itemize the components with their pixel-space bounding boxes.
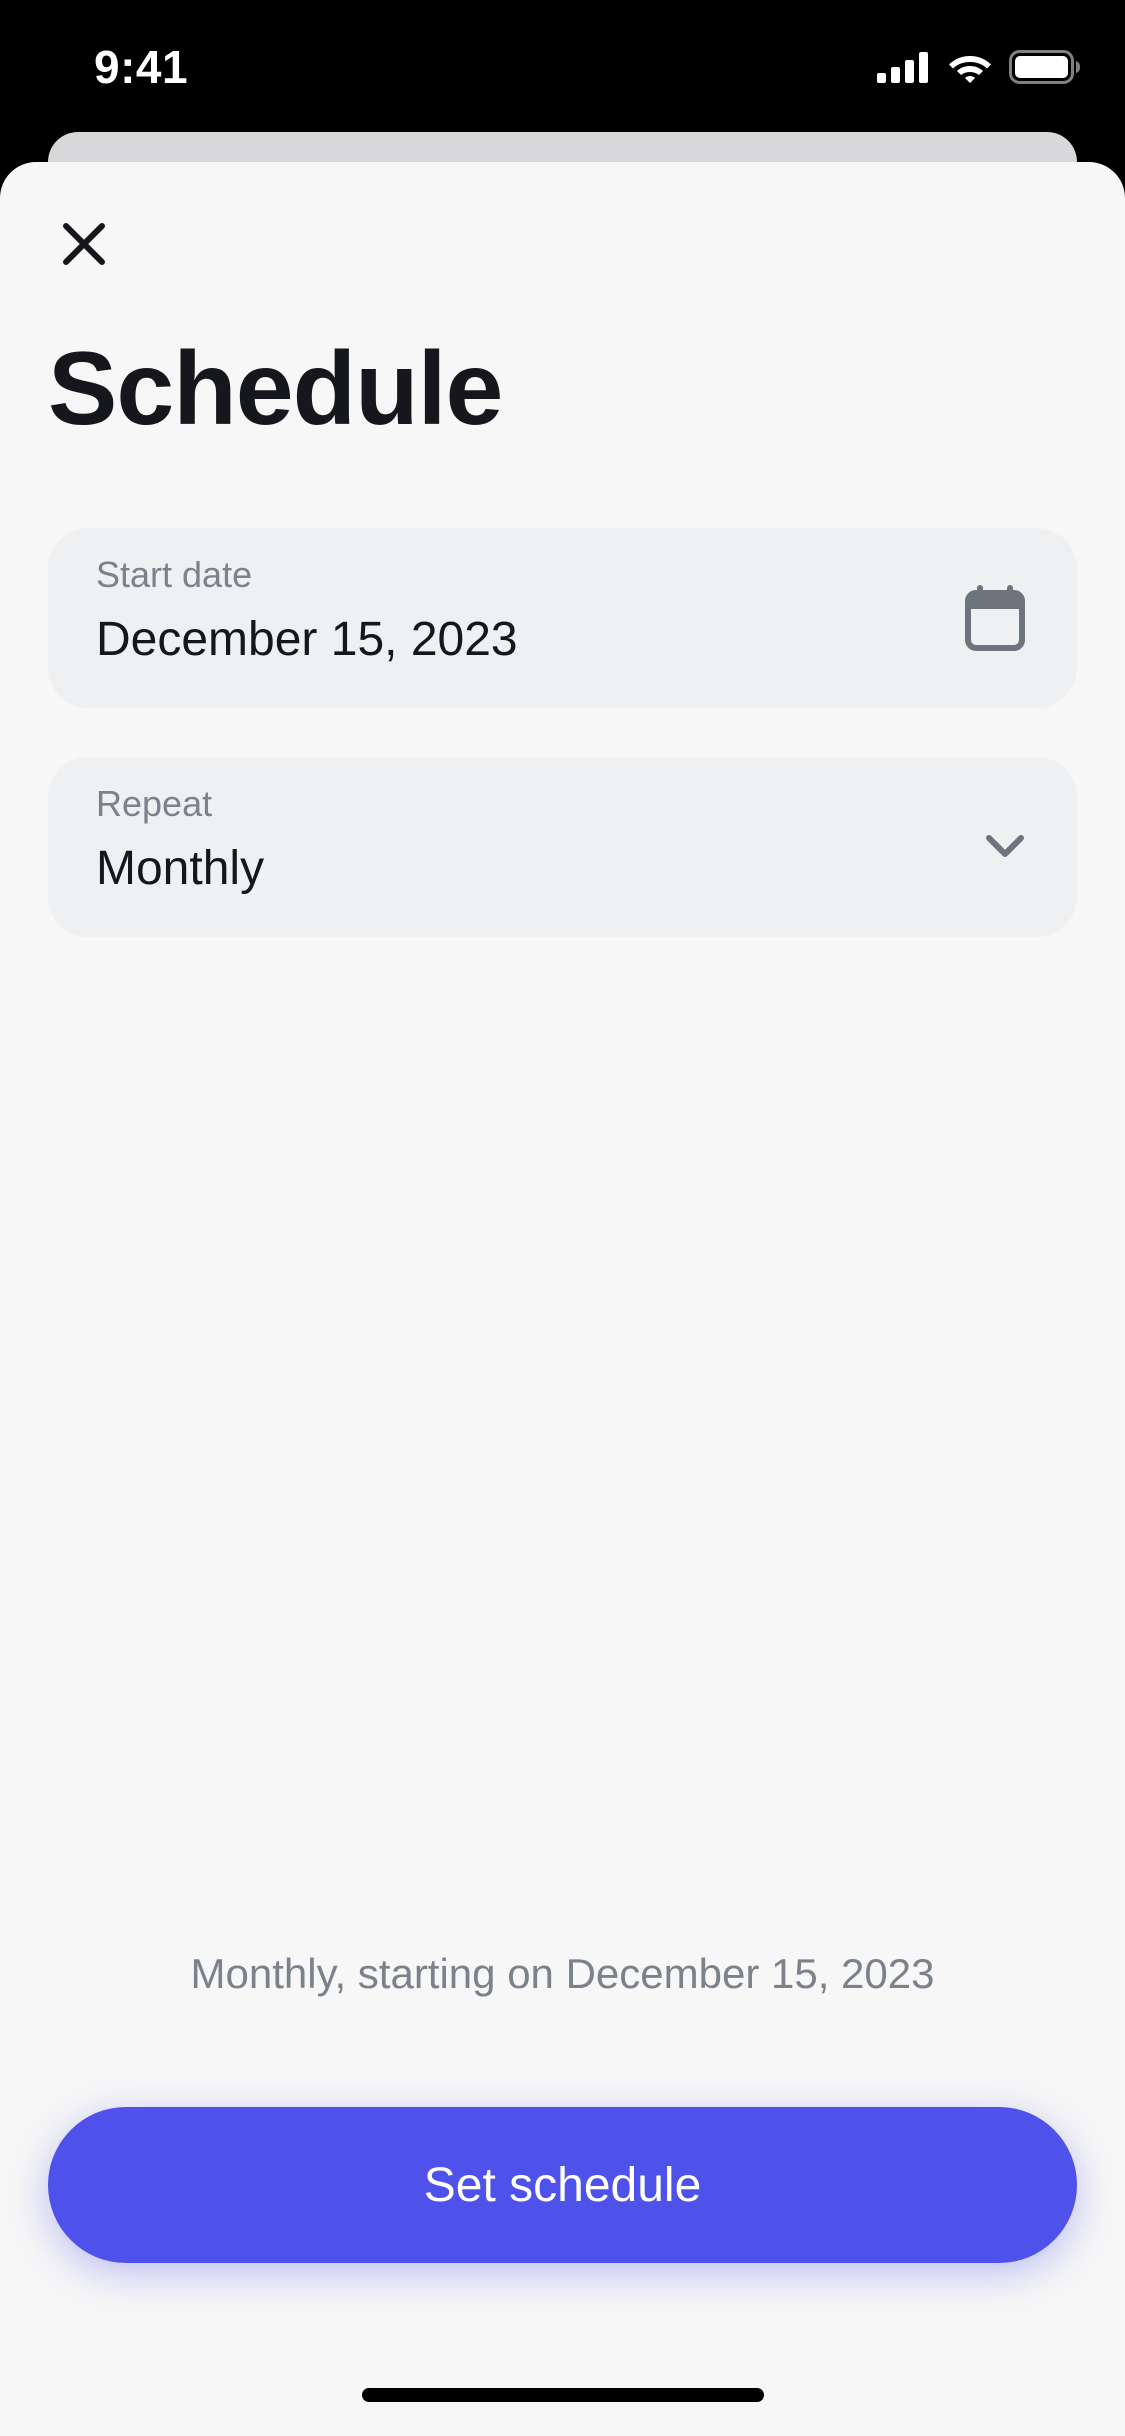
home-indicator[interactable]	[362, 2388, 764, 2402]
close-button[interactable]	[48, 210, 120, 282]
set-schedule-button[interactable]: Set schedule	[48, 2107, 1077, 2263]
calendar-icon[interactable]	[965, 585, 1025, 651]
cellular-signal-icon	[877, 51, 931, 83]
battery-icon	[1009, 50, 1081, 84]
page-title: Schedule	[48, 331, 503, 447]
wifi-icon	[947, 50, 993, 84]
status-icons	[877, 50, 1081, 84]
close-icon	[62, 222, 106, 271]
start-date-field[interactable]: Start date December 15, 2023	[48, 528, 1077, 708]
schedule-summary: Monthly, starting on December 15, 2023	[190, 1950, 935, 1997]
set-schedule-button-label: Set schedule	[423, 2158, 702, 2212]
repeat-label: Repeat	[96, 783, 213, 824]
start-date-value: December 15, 2023	[96, 613, 518, 666]
schedule-sheet: Schedule Start date December 15, 2023 Re…	[0, 162, 1125, 2436]
chevron-down-icon[interactable]	[985, 834, 1025, 860]
repeat-value: Monthly	[96, 842, 265, 895]
screen: 9:41 Schedule Start date December 15, 20…	[0, 0, 1125, 2436]
repeat-field[interactable]: Repeat Monthly	[48, 757, 1077, 937]
status-bar: 9:41	[0, 0, 1125, 132]
start-date-label: Start date	[96, 554, 253, 595]
status-time: 9:41	[94, 41, 189, 93]
